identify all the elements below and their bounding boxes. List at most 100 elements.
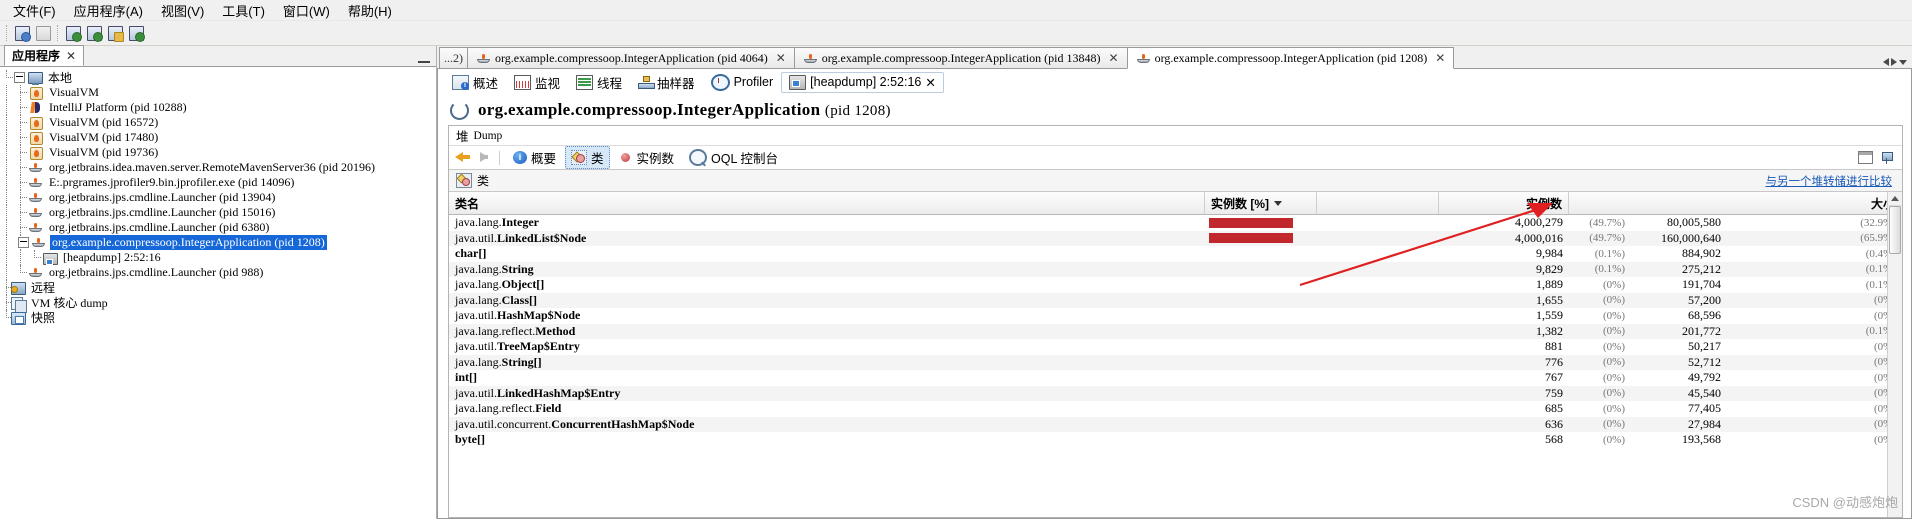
tree-node-launcher-988[interactable]: org.jetbrains.jps.cmdline.Launcher (pid … [0,265,436,280]
table-row[interactable]: java.lang.reflect. Method 1,382 (0%) 201,772… [449,323,1902,339]
tab-list-icon[interactable] [1899,59,1907,65]
tab-integerapplication-13848[interactable]: org.example.compressoop.IntegerApplicati… [793,47,1128,68]
add-heapdump-icon[interactable] [127,24,146,43]
table-row[interactable]: java.util. HashMap$Node 1,559 (0%) 68,596 (0%… [449,308,1902,324]
collapse-toggle-icon[interactable] [14,72,25,83]
scroll-up-icon[interactable] [1888,192,1902,206]
subtab-heapdump[interactable]: [heapdump] 2:52:16 ✕ [781,71,944,93]
tab-integerapplication-4064[interactable]: org.example.compressoop.IntegerApplicati… [467,47,795,68]
tree-node-visualvm[interactable]: VisualVM [0,85,436,100]
cell-size: 884,902 [1682,246,1721,261]
cell-instances-bar [1205,342,1317,352]
tree-node-label: VisualVM (pid 19736) [49,145,159,159]
heap-dump-label: 堆 Dump [449,126,1902,145]
table-row[interactable]: java.lang. String[] 776 (0%) 52,712 (0%) [449,354,1902,370]
tree-node-jprofiler[interactable]: E:.prgrames.jprofiler9.bin.jprofiler.exe… [0,175,436,190]
tree-node-visualvm-16572[interactable]: VisualVM (pid 16572) [0,115,436,130]
table-row[interactable]: byte[] 568 (0%) 193,568 (0%) [449,432,1902,448]
tree-node-remotemavenserver36[interactable]: org.jetbrains.idea.maven.server.RemoteMa… [0,160,436,175]
tree-node-launcher-6380[interactable]: org.jetbrains.jps.cmdline.Launcher (pid … [0,220,436,235]
table-row[interactable]: int[] 767 (0%) 49,792 (0%) [449,370,1902,386]
tree-node-integerapplication-1208[interactable]: org.example.compressoop.IntegerApplicati… [0,235,436,250]
open-snapshot-icon[interactable] [13,24,32,43]
tree-node-heapdump[interactable]: [heapdump] 2:52:16 [0,250,436,265]
tree-node-visualvm-17480[interactable]: VisualVM (pid 17480) [0,130,436,145]
add-remote-host-icon[interactable] [64,24,83,43]
cell-class-name: java.lang.reflect. Field [455,401,562,416]
menu-help[interactable]: 帮助(H) [339,0,401,22]
close-icon[interactable]: ✕ [1109,51,1119,66]
menu-file[interactable]: 文件(F) [4,0,65,22]
table-row[interactable]: char[] 9,984 (0.1%) 884,902 (0.4%) [449,246,1902,262]
close-icon[interactable]: ✕ [1435,51,1445,66]
table-row[interactable]: java.lang. Object[] 1,889 (0%) 191,704 (0.1%) [449,277,1902,293]
subtab-threads[interactable]: 线程 [568,70,630,95]
cell-class-name: char[] [455,246,487,261]
subtab-monitor[interactable]: 监视 [506,70,568,95]
collapse-toggle-icon[interactable] [18,237,29,248]
scroll-right-icon[interactable] [1891,58,1897,66]
scroll-left-icon[interactable] [1883,58,1889,66]
col-instances[interactable]: 实例数 [1439,192,1569,214]
scrollbar-thumb[interactable] [1889,206,1901,254]
tab-applications[interactable]: 应用程序 ✕ [4,45,85,66]
cell-instances-pct: (0%) [1603,356,1625,369]
subtab-overview[interactable]: 概述 [444,70,506,95]
close-icon[interactable]: ✕ [66,49,76,63]
table-row[interactable]: java.util. TreeMap$Entry 881 (0%) 50,217 (0%) [449,339,1902,355]
table-vertical-scrollbar[interactable] [1887,192,1902,517]
table-row[interactable]: java.lang. Integer 4,000,279 (49.7%) 80,005,… [449,215,1902,231]
heap-oql-console-button[interactable]: OQL 控制台 [683,146,784,169]
tree-node-vm-coredump[interactable]: VM 核心 dump [0,295,436,313]
applications-tree[interactable]: 本地 VisualVM IntelliJ Platform (pid 10288… [0,67,436,519]
tab-integerapplication-1208[interactable]: org.example.compressoop.IntegerApplicati… [1126,47,1455,69]
minimize-icon[interactable] [418,61,430,63]
menu-applications[interactable]: 应用程序(A) [65,0,152,22]
tree-node-launcher-15016[interactable]: org.jetbrains.jps.cmdline.Launcher (pid … [0,205,436,220]
sampler-icon [638,75,656,89]
cell-size-pct: (0.1%) [1865,263,1896,276]
save-snapshot-icon [34,24,53,43]
col-instances-pct[interactable]: 实例数 [%] [1205,192,1317,214]
tree-node-label: org.jetbrains.jps.cmdline.Launcher (pid … [49,190,276,204]
close-icon[interactable]: ✕ [776,51,786,66]
compare-heapdump-link[interactable]: 与另一个堆转储进行比较 [1766,173,1893,189]
heap-instances-button[interactable]: 实例数 [613,146,681,169]
menu-tools[interactable]: 工具(T) [213,0,274,22]
col-size[interactable]: 大小 [1569,192,1902,214]
heap-classes-button[interactable]: 类 [565,146,610,169]
cell-instances: 759 [1545,385,1563,400]
tree-node-snapshots[interactable]: 快照 [0,310,436,325]
table-row[interactable]: java.util. LinkedHashMap$Entry 759 (0%) 45,5… [449,385,1902,401]
subtab-profiler[interactable]: Profiler [703,71,782,94]
cell-instances: 9,829 [1536,261,1563,276]
cell-size-pct: (0.1%) [1865,278,1896,291]
window-mode-icon[interactable] [1858,151,1873,164]
pin-icon[interactable] [1880,151,1894,164]
table-row[interactable]: java.lang. Class[] 1,655 (0%) 57,200 (0%) [449,292,1902,308]
tree-node-intellij-platform[interactable]: IntelliJ Platform (pid 10288) [0,100,436,115]
cell-instances-bar [1205,311,1317,321]
tree-node-remote[interactable]: 远程 [0,280,436,295]
subtab-sampler[interactable]: 抽样器 [630,70,703,95]
tab-partial[interactable]: ...2) [439,47,468,68]
menu-view[interactable]: 视图(V) [152,0,213,22]
table-row[interactable]: java.util.concurrent. ConcurrentHashMap$N… [449,416,1902,432]
add-jmx-connection-icon[interactable] [85,24,104,43]
cell-class-name: java.lang. String [455,261,534,276]
heap-summary-button[interactable]: 概要 [507,146,562,169]
back-button[interactable] [455,150,472,165]
tab-label: org.example.compressoop.IntegerApplicati… [1154,50,1428,65]
tree-node-visualvm-19736[interactable]: VisualVM (pid 19736) [0,145,436,160]
tree-node-local[interactable]: 本地 [0,70,436,85]
add-vm-coredump-icon[interactable] [106,24,125,43]
col-class-name[interactable]: 类名 [449,192,1205,214]
close-icon[interactable]: ✕ [925,75,935,90]
cell-instances-bar [1205,388,1317,398]
table-row[interactable]: java.lang.reflect. Field 685 (0%) 77,405 (0%) [449,401,1902,417]
tree-node-launcher-13904[interactable]: org.jetbrains.jps.cmdline.Launcher (pid … [0,190,436,205]
menu-window[interactable]: 窗口(W) [274,0,339,22]
cell-instances-pct: (0%) [1603,371,1625,384]
table-row[interactable]: java.lang. String 9,829 (0.1%) 275,212 (0.1%) [449,261,1902,277]
table-row[interactable]: java.util. LinkedList$Node 4,000,016 (49.7%… [449,230,1902,246]
